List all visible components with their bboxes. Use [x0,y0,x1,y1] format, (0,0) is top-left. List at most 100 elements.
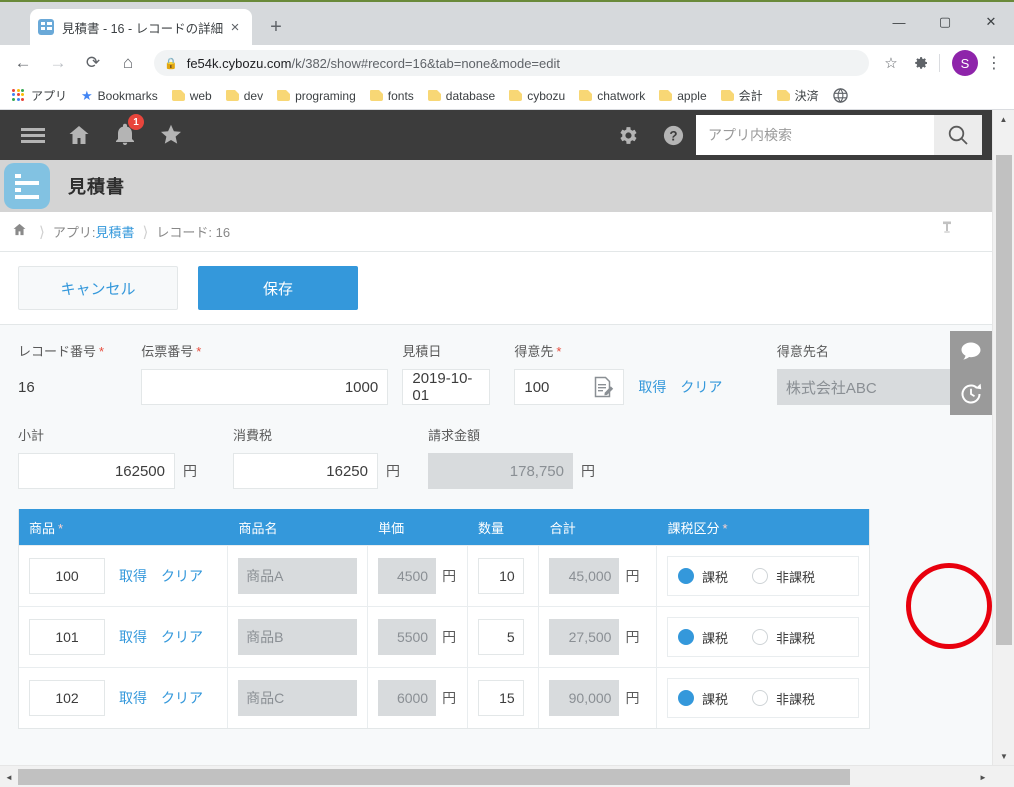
new-tab-button[interactable]: + [262,13,290,41]
maximize-window-button[interactable]: ▢ [922,2,968,42]
lookup-icon[interactable] [592,375,614,399]
history-icon[interactable] [950,373,992,415]
row-fetch-link[interactable]: 取得 [119,627,147,647]
close-window-button[interactable]: ✕ [968,2,1014,42]
radio-taxable[interactable]: 課税 [678,567,728,586]
product-code-input[interactable]: 102 [29,680,105,716]
field-label: 請求金額 [428,428,481,443]
cell-unit-price: 4500 円 [368,546,468,606]
folder-icon [171,90,185,101]
bookmark-dev[interactable]: dev [220,86,269,106]
table-row: 102 取得 クリア 商品C 6000 円 15 90,000 円 課税 非課税 [19,667,869,728]
reload-button[interactable]: ⟳ [78,48,108,78]
folder-icon [509,90,523,101]
table-header-row: 商品 * 商品名 単価 数量 合計 課税区分 * [19,509,869,545]
horizontal-scrollbar[interactable]: ◄ ► [0,765,1014,787]
minimize-window-button[interactable]: — [876,2,922,42]
quantity-input[interactable]: 10 [477,558,524,594]
pin-icon[interactable] [940,220,954,243]
bell-icon[interactable]: 1 [102,110,148,160]
bookmark-database[interactable]: database [422,86,501,106]
cell-product: 100 取得 クリア [19,546,229,606]
radio-nontaxable[interactable]: 非課税 [752,628,815,647]
gear-extension-icon[interactable] [907,49,935,77]
row-clear-link[interactable]: クリア [161,566,203,586]
cancel-button[interactable]: キャンセル [18,266,178,310]
bookmark-kessai[interactable]: 決済 [771,84,825,107]
row-fetch-link[interactable]: 取得 [119,566,147,586]
bookmark-web[interactable]: web [166,86,218,106]
cell-quantity: 10 [468,546,540,606]
browser-tab[interactable]: 見積書 - 16 - レコードの詳細 × [30,9,252,45]
bookmark-programing[interactable]: programing [271,86,362,106]
tax-unit: 円 [386,463,400,479]
home-icon[interactable] [12,222,27,241]
address-bar[interactable]: 🔒 fe54k.cybozu.com/k/382/show#record=16&… [154,50,869,76]
tax-input[interactable]: 16250 [233,453,378,489]
row-fetch-link[interactable]: 取得 [119,688,147,708]
product-code-input[interactable]: 101 [29,619,105,655]
quantity-input[interactable]: 15 [477,680,524,716]
star-icon: ★ [81,87,93,103]
bookmark-apps[interactable]: アプリ [6,84,73,107]
product-code-input[interactable]: 100 [29,558,105,594]
bookmark-label: chatwork [597,88,646,103]
bookmark-chatwork[interactable]: chatwork [573,86,651,106]
subtotal-input[interactable]: 162500 [18,453,175,489]
search-icon[interactable] [934,115,982,155]
cell-tax-type: 課税 非課税 [657,668,869,728]
save-button[interactable]: 保存 [198,266,358,310]
bookmark-label: apple [677,88,707,103]
bookmark-cybozu[interactable]: cybozu [503,86,571,106]
bookmark-globe[interactable] [827,85,854,106]
bookmark-kaikei[interactable]: 会計 [715,84,769,107]
radio-taxable[interactable]: 課税 [678,689,728,708]
app-search-input[interactable]: アプリ内検索 [696,115,934,155]
row-clear-link[interactable]: クリア [161,688,203,708]
scroll-up-arrow[interactable]: ▲ [993,110,1014,128]
row-clear-link[interactable]: クリア [161,627,203,647]
comment-icon[interactable] [950,331,992,373]
radio-taxable[interactable]: 課税 [678,628,728,647]
bookmark-fonts[interactable]: fonts [364,86,420,106]
bookmark-star-icon[interactable]: ☆ [877,49,905,77]
tax-type-radio-group: 課税 非課税 [667,617,859,657]
customer-clear-link[interactable]: クリア [680,377,722,397]
scroll-down-arrow[interactable]: ▼ [993,747,1014,765]
horizontal-scroll-thumb[interactable] [18,769,850,785]
vertical-scrollbar[interactable]: ▲ ▼ [992,110,1014,765]
bookmark-bookmarks[interactable]: ★ Bookmarks [75,85,164,107]
radio-nontaxable[interactable]: 非課税 [752,567,815,586]
total-value: 45,000 [549,558,620,594]
home-icon[interactable] [56,110,102,160]
close-tab-icon[interactable]: × [226,18,244,36]
quantity-input[interactable]: 5 [477,619,524,655]
total-unit: 円 [625,690,640,706]
browser-toolbar: ← → ⟳ ⌂ 🔒 fe54k.cybozu.com/k/382/show#re… [0,45,1014,82]
customer-fetch-link[interactable]: 取得 [638,377,666,397]
gear-icon[interactable] [604,110,650,160]
help-icon[interactable]: ? [650,110,696,160]
field-label: 得意先名 [776,344,829,359]
home-button[interactable]: ⌂ [113,48,143,78]
bookmark-apple[interactable]: apple [653,86,712,106]
scroll-left-arrow[interactable]: ◄ [0,766,18,787]
slip-no-input[interactable]: 1000 [141,369,389,405]
radio-nontaxable[interactable]: 非課税 [752,689,815,708]
back-button[interactable]: ← [8,48,38,78]
profile-avatar[interactable]: S [952,50,978,76]
total-value: 27,500 [549,619,620,655]
vertical-scroll-thumb[interactable] [996,155,1012,645]
scroll-right-arrow[interactable]: ► [974,766,992,787]
breadcrumb-app-link[interactable]: 見積書 [95,222,134,241]
browser-window: 見積書 - 16 - レコードの詳細 × + — ▢ ✕ ← → ⟳ ⌂ 🔒 f… [0,0,1014,787]
browser-menu-button[interactable]: ⋮ [982,49,1006,77]
customer-code-input[interactable]: 100 [514,369,625,405]
hamburger-icon[interactable] [10,110,56,160]
quote-date-input[interactable]: 2019-10-01 [402,369,491,405]
bookmark-label: Bookmarks [97,88,158,103]
kintone-page: 1 ? アプリ内検索 見積書 ⟩ アプリ: 見積書 ⟩ レコード: 16 キャン… [0,110,992,765]
required-marker: * [556,344,562,359]
star-icon[interactable] [148,110,194,160]
unit-price-unit: 円 [442,568,457,584]
